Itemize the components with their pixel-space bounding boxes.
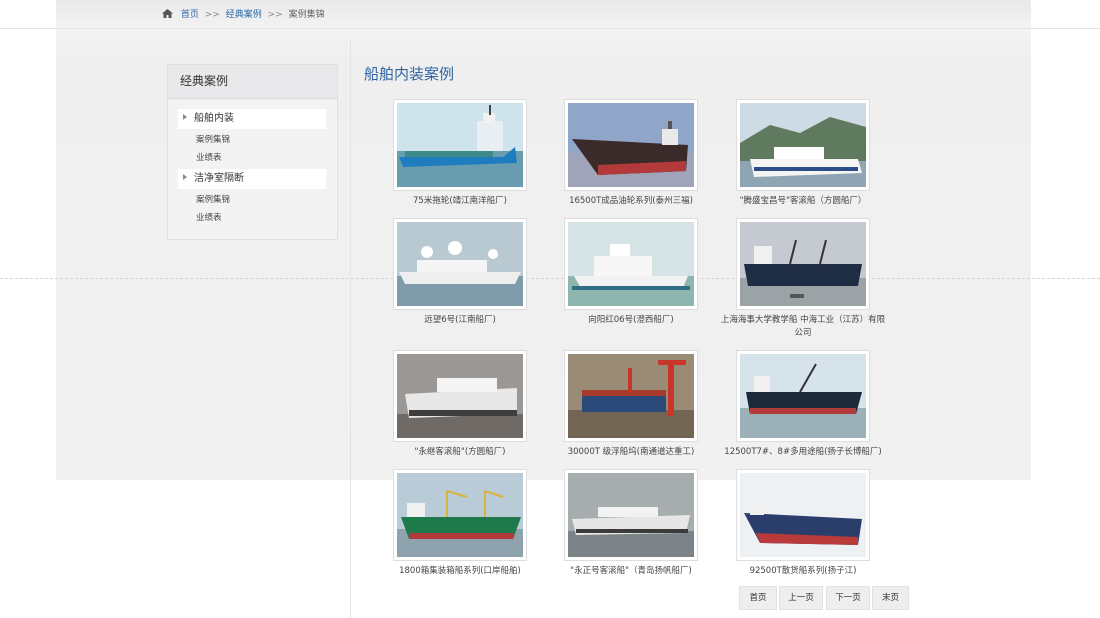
pager-first-button[interactable]: 首页: [739, 586, 777, 610]
case-card[interactable]: 30000T 级浮船坞(南通道达重工): [545, 350, 717, 459]
sidebar-subitem-cases[interactable]: 案例集锦: [196, 131, 337, 149]
case-caption: "永继客滚船"(方圆船厂): [414, 447, 506, 457]
case-card[interactable]: 1800箱集装箱船系列(口岸船舶): [374, 469, 546, 578]
page-title: 船舶内装案例: [364, 65, 455, 83]
triangle-right-icon: [183, 114, 187, 120]
case-caption: "腾盛宝昌号"客滚船（方圆船厂）: [739, 196, 867, 206]
case-thumbnail[interactable]: [393, 99, 527, 191]
sidebar-subitem-cases[interactable]: 案例集锦: [196, 191, 337, 209]
ship-photo-container: [397, 473, 523, 557]
sidebar-item-ship-interior[interactable]: 船舶内装: [178, 109, 326, 129]
breadcrumb-separator: >>: [204, 10, 220, 20]
pager-last-button[interactable]: 末页: [872, 586, 909, 610]
triangle-right-icon: [183, 174, 187, 180]
case-card[interactable]: 75米拖轮(靖江南洋船厂): [374, 99, 546, 208]
home-icon: [162, 9, 173, 18]
case-thumbnail[interactable]: [736, 469, 870, 561]
case-caption: 30000T 级浮船坞(南通道达重工): [567, 447, 695, 457]
column-divider: [350, 40, 351, 618]
ship-photo-multipurpose: [740, 354, 866, 438]
case-card[interactable]: 向阳红06号(澄西船厂): [545, 218, 717, 327]
case-card[interactable]: 12500T7#、8#多用途船(扬子长博船厂): [717, 350, 889, 459]
header-divider: [0, 28, 1100, 29]
case-thumbnail[interactable]: [564, 350, 698, 442]
breadcrumb-separator: >>: [267, 10, 283, 20]
case-thumbnail[interactable]: [564, 469, 698, 561]
case-thumbnail[interactable]: [736, 350, 870, 442]
case-caption: 12500T7#、8#多用途船(扬子长博船厂): [724, 447, 882, 457]
case-caption: 远望6号(江南船厂): [424, 315, 496, 325]
sidebar-subitem-performance[interactable]: 业绩表: [196, 149, 337, 167]
case-thumbnail[interactable]: [564, 218, 698, 310]
case-card[interactable]: "永正号客滚船"（青岛扬帆船厂): [545, 469, 717, 578]
case-thumbnail[interactable]: [736, 218, 870, 310]
case-card[interactable]: 16500T成品油轮系列(泰州三福): [545, 99, 717, 208]
case-card[interactable]: 远望6号(江南船厂): [374, 218, 546, 327]
case-caption: 向阳红06号(澄西船厂): [588, 315, 674, 325]
case-card[interactable]: 上海海事大学教学船 中海工业（江苏）有限公司: [717, 218, 889, 340]
case-caption: 92500T散货船系列(扬子江): [749, 566, 857, 576]
ship-photo-tug: [397, 103, 523, 187]
sidebar-item-label: 洁净室隔断: [194, 173, 244, 184]
case-thumbnail[interactable]: [393, 469, 527, 561]
ship-photo-survey: [397, 222, 523, 306]
sidebar-title: 经典案例: [168, 65, 337, 99]
breadcrumb-current: 案例集锦: [288, 10, 325, 20]
case-caption: 上海海事大学教学船 中海工业（江苏）有限公司: [720, 315, 886, 338]
sidebar-subitem-performance[interactable]: 业绩表: [196, 209, 337, 227]
case-thumbnail[interactable]: [564, 99, 698, 191]
case-thumbnail[interactable]: [393, 350, 527, 442]
ship-photo-dock: [568, 354, 694, 438]
case-card[interactable]: "永继客滚船"(方圆船厂): [374, 350, 546, 459]
ship-photo-bulk: [740, 473, 866, 557]
sidebar-item-cleanroom-partition[interactable]: 洁净室隔断: [178, 169, 326, 189]
case-thumbnail[interactable]: [736, 99, 870, 191]
case-thumbnail[interactable]: [393, 218, 527, 310]
ship-photo-research: [568, 222, 694, 306]
case-caption: 75米拖轮(靖江南洋船厂): [413, 196, 507, 206]
ship-photo-ferry: [740, 103, 866, 187]
ship-photo-training: [740, 222, 866, 306]
breadcrumb-home-link[interactable]: 首页: [181, 10, 199, 20]
case-card[interactable]: 92500T散货船系列(扬子江): [717, 469, 889, 578]
pager-prev-button[interactable]: 上一页: [779, 586, 823, 610]
breadcrumb-category-link[interactable]: 经典案例: [226, 10, 262, 20]
ship-photo-ferry-grey: [568, 473, 694, 557]
case-caption: "永正号客滚船"（青岛扬帆船厂): [570, 566, 692, 576]
case-card[interactable]: "腾盛宝昌号"客滚船（方圆船厂）: [717, 99, 889, 208]
case-caption: 16500T成品油轮系列(泰州三福): [569, 196, 693, 206]
breadcrumb: 首页 >> 经典案例 >> 案例集锦: [162, 7, 325, 20]
ship-photo-roro: [397, 354, 523, 438]
case-caption: 1800箱集装箱船系列(口岸船舶): [399, 566, 521, 576]
ship-photo-tanker: [568, 103, 694, 187]
pager-next-button[interactable]: 下一页: [826, 586, 870, 610]
sidebar-item-label: 船舶内装: [194, 113, 234, 124]
sidebar: 经典案例 船舶内装 案例集锦 业绩表 洁净室隔断 案例集锦 业绩表: [167, 64, 338, 240]
